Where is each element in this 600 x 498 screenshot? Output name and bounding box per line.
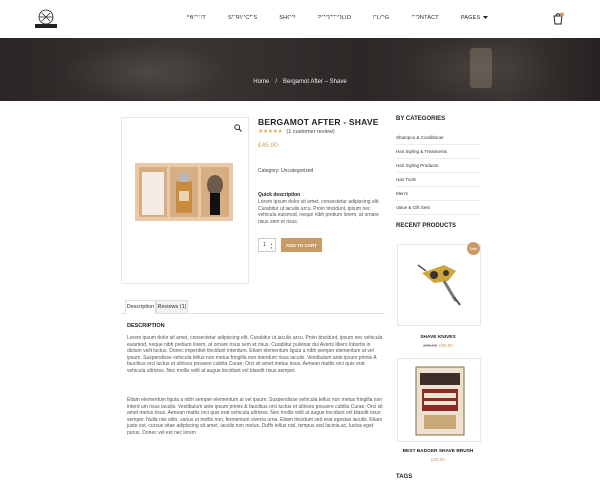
recent-product-old-price: £75.00 xyxy=(423,343,437,348)
sale-badge: Sale! xyxy=(467,242,480,255)
category-item[interactable]: Hair Styling & Treatments xyxy=(396,149,480,159)
quick-description-title: Quick description xyxy=(258,192,301,198)
tattoo-machine-image xyxy=(417,264,461,306)
star-rating-icon: ★★★★★ xyxy=(258,129,283,135)
product-image xyxy=(135,163,233,221)
shave-brush-box-image xyxy=(415,366,465,436)
review-link[interactable]: (1 customer review) xyxy=(286,129,334,135)
category-item[interactable]: Value & Gift Sets xyxy=(396,205,480,215)
category-item[interactable]: Shampoo & Conditioner xyxy=(396,135,480,145)
product-title: BERGAMOT AFTER - SHAVE xyxy=(258,117,379,127)
description-paragraph-1: Lorem ipsum dolor sit amet, consectetur … xyxy=(127,335,383,374)
tab-reviews[interactable]: Reviews (1) xyxy=(156,300,188,314)
tab-description[interactable]: Description xyxy=(125,300,156,314)
breadcrumb-separator: / xyxy=(275,79,277,85)
zoom-icon[interactable] xyxy=(234,124,242,132)
categories-title: BY CATEGORIES xyxy=(396,116,446,122)
category-item[interactable]: Men's xyxy=(396,191,480,201)
product-category: Category: Uncategorized xyxy=(258,168,314,174)
category-item[interactable]: Hair Styling Products xyxy=(396,163,480,173)
breadcrumb-home[interactable]: Home xyxy=(253,79,269,85)
breadcrumb-current: Bergamot After – Shave xyxy=(282,79,347,85)
add-to-cart-button[interactable]: Add to cart xyxy=(281,238,322,252)
recent-products-title: RECENT PRODUCTS xyxy=(396,223,457,229)
recent-product-price: £75.00 £55.00 xyxy=(396,343,480,348)
recent-product-price: £35.00 xyxy=(431,457,445,462)
product-price: £45.00 xyxy=(258,142,278,149)
stepper-arrows-icon[interactable]: ▲ ▼ xyxy=(270,242,273,250)
hero-background-image xyxy=(60,43,230,101)
page-title: BERGAMOT AFTER – SHAVE xyxy=(180,14,420,34)
recent-product-sale-price: £55.00 xyxy=(439,343,453,348)
breadcrumb: Home / Bergamot After – Shave xyxy=(0,79,600,85)
description-paragraph-2: Etiam elementum ligula a nibh semper ele… xyxy=(127,397,383,436)
quantity-value: 1 xyxy=(263,242,266,248)
recent-product-name[interactable]: SHAVE KNIVES xyxy=(396,335,480,340)
description-heading: DESCRIPTION xyxy=(127,323,165,329)
quick-description-text: Lorem ipsum dolor sit amet, consectetur … xyxy=(258,199,380,225)
quantity-input[interactable]: 1 ▲ ▼ xyxy=(258,238,276,252)
category-item[interactable]: Hair Tools xyxy=(396,177,480,187)
recent-product-name[interactable]: BEST BADGER SHAVE BRUSH xyxy=(396,449,480,454)
product-rating: ★★★★★ (1 customer review) xyxy=(258,128,335,136)
recent-product-card[interactable] xyxy=(397,244,481,326)
recent-product-card[interactable] xyxy=(397,358,481,442)
tags-title: TAGS xyxy=(396,474,413,480)
page-hero xyxy=(0,38,600,101)
